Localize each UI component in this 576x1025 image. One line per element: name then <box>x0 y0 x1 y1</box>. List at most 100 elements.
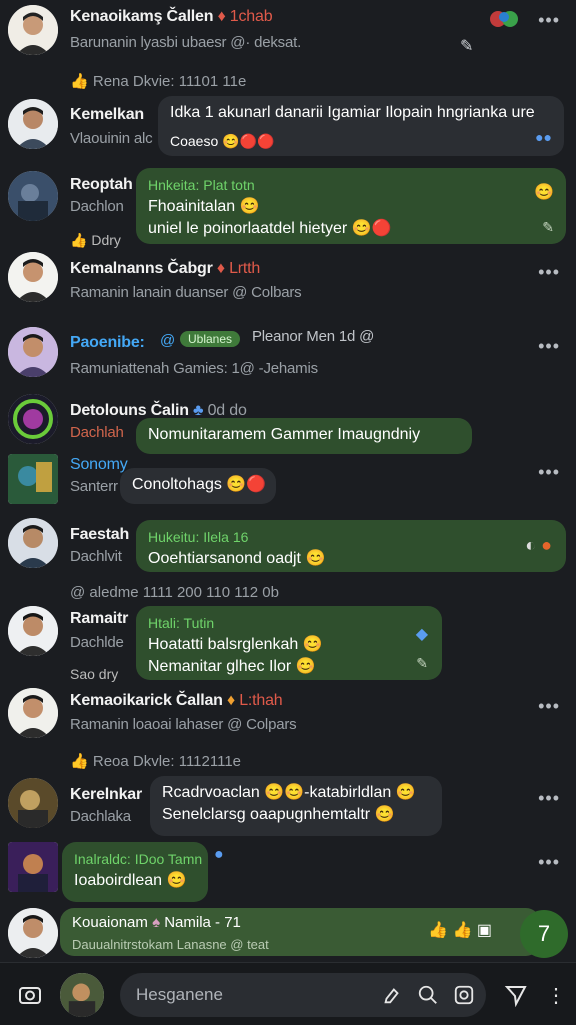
reaction-icon: 😊 <box>534 184 554 201</box>
chat-row[interactable]: Detolouns Čalin ♣ 0d do Dachlah Nomunita… <box>0 392 576 454</box>
chat-row[interactable]: Faestah Dachlvit Hukeitu: Ilela 16 Ooeht… <box>0 516 576 580</box>
avatar <box>8 606 58 656</box>
new-chat-button[interactable]: 7 <box>520 910 568 958</box>
chat-name: Faestah <box>70 526 130 543</box>
avatar <box>8 5 58 55</box>
message-text: Conoltohags <box>132 476 222 493</box>
avatar <box>8 327 58 377</box>
chat-row[interactable]: Kouaionam ♠ Namila - 71 Dauualnitrstokam… <box>0 906 576 962</box>
chat-row[interactable]: Kemaoikarick Čallan ♦ L:thah Ramanin loa… <box>0 684 576 746</box>
avatar <box>8 171 58 221</box>
more-icon[interactable]: ••• <box>538 336 560 357</box>
like-icon[interactable]: 👍 👍 ▣ <box>428 920 492 942</box>
search-icon[interactable] <box>414 981 442 1009</box>
chat-preview: Ramanin lanain duanser @ Colbars <box>70 284 302 301</box>
sticker-icon[interactable] <box>450 981 478 1009</box>
more-vertical-icon[interactable]: ⋮ <box>542 981 570 1009</box>
message-text: Idka 1 akunarl danarii Igamiar Ilopain h… <box>170 104 535 121</box>
date-separator: @ aledme 1111 200 110 112 0b <box>70 584 279 601</box>
chat-preview: Dachlde <box>70 634 124 651</box>
reaction: Sao dry <box>70 666 119 682</box>
avatar <box>8 454 58 504</box>
chat-name: Kemalnanns Čabgr ♦ Lrtth <box>70 260 261 277</box>
avatar[interactable] <box>60 973 104 1017</box>
reaction-icon: ◐ ● <box>525 535 552 555</box>
chat-row[interactable]: Reoptah Dachlon 👍 Ddry Hnkeita: Plat tot… <box>0 166 576 248</box>
message-bubble[interactable]: Nomunitaramem Gammer Imaugndniy <box>136 418 472 454</box>
message-text: Hoatatti balsrglenkah <box>148 636 299 653</box>
chat-row[interactable]: Inalraldc: IDoo Tamn Ioaboirdlean 😊 ● ••… <box>0 842 576 904</box>
message-text: Fhoainitalan <box>148 198 236 215</box>
group-icon <box>488 8 522 30</box>
message-input[interactable]: Hesganene <box>120 973 486 1017</box>
chat-name: Sonomy <box>70 456 128 473</box>
chat-meta: Pleanor Men 1d @ <box>252 328 375 345</box>
chat-name: Kemaoikarick Čallan ♦ L:thah <box>70 692 283 709</box>
chat-preview: Ramanin loaoai lahaser @ Colpars <box>70 716 297 733</box>
more-icon[interactable]: ••• <box>538 10 560 31</box>
avatar <box>8 908 58 958</box>
message-bubble[interactable]: Hukeitu: Ilela 16 Ooehtiarsanond oadjt 😊… <box>136 520 566 572</box>
edit-icon[interactable]: ✎ <box>416 652 428 674</box>
avatar <box>8 252 58 302</box>
chat-name: Reoptah <box>70 176 133 193</box>
chat-row[interactable]: Kemelkan Vlaouinin alc Idka 1 akunarl da… <box>0 94 576 162</box>
chat-row[interactable]: Ramaitr Dachlde Sao dry Htali: Tutin Hoa… <box>0 604 576 688</box>
chat-preview: Barunanin lyasbi ubaesr @· deksat. <box>70 34 302 51</box>
read-icon: ●● <box>535 129 552 145</box>
message-bubble[interactable]: Rcadrvoaclan 😊😊-katabirldlan 😊 Senelclar… <box>150 776 442 836</box>
more-icon[interactable]: ••• <box>538 696 560 717</box>
message-bubble[interactable]: Inalraldc: IDoo Tamn Ioaboirdlean 😊 <box>62 842 208 902</box>
reaction-icon: ◆ <box>415 626 428 643</box>
chat-name: Kouaionam <box>72 914 148 931</box>
message-text: uniel le poinorlaatdel hietyer <box>148 220 348 237</box>
avatar <box>8 394 58 444</box>
chat-row[interactable]: Kenaoikamş Čallen ♦ 1chab Barunanin lyas… <box>0 0 576 62</box>
message-text: Ioaboirdlean <box>74 872 163 889</box>
chat-row[interactable]: Sonomy Santerr Conoltohags 😊🔴 ••• <box>0 452 576 508</box>
status-badge: Ublanes <box>180 331 241 347</box>
camera-icon[interactable] <box>16 981 44 1009</box>
more-icon[interactable]: ••• <box>538 462 560 483</box>
message-bubble[interactable]: Conoltohags 😊🔴 <box>120 468 276 504</box>
chat-name: Paoenibe: <box>70 334 145 351</box>
reaction-header: 👍 Reoa Dkvle: 1112111e <box>70 753 242 770</box>
chat-row[interactable]: Kemalnanns Čabgr ♦ Lrtth Ramanin lanain … <box>0 250 576 312</box>
chat-list: Kenaoikamş Čallen ♦ 1chab Barunanin lyas… <box>0 0 576 962</box>
more-icon[interactable]: ••• <box>538 788 560 809</box>
avatar <box>8 99 58 149</box>
avatar <box>8 778 58 828</box>
chat-row[interactable]: Paoenibe: @ Ublanes Pleanor Men 1d @ Ram… <box>0 322 576 384</box>
more-icon[interactable]: ••• <box>538 262 560 283</box>
chat-preview: Dachlvit <box>70 548 122 565</box>
reaction-header: 👍 Rena Dkvie: 11101 11e <box>70 73 247 90</box>
chat-row[interactable]: Kerelnkar Dachlaka Rcadrvoaclan 😊😊-katab… <box>0 776 576 838</box>
edit-icon[interactable]: ✎ <box>460 36 473 56</box>
attach-icon[interactable] <box>378 981 406 1009</box>
chat-name: Ramaitr <box>70 610 129 627</box>
chat-name: Kemelkan <box>70 106 144 123</box>
message-bubble[interactable]: Idka 1 akunarl danarii Igamiar Ilopain h… <box>158 96 564 156</box>
chat-preview: Ramuniattenah Gamies: 1@ -Jehamis <box>70 360 318 377</box>
at-icon: @ <box>160 332 176 349</box>
chat-preview: Dachlaka <box>70 808 131 825</box>
more-icon[interactable]: ••• <box>538 852 560 873</box>
reaction: 👍 Ddry <box>70 232 121 248</box>
chat-preview: Dachlah <box>70 424 124 441</box>
chat-preview: Dachlon <box>70 198 124 215</box>
message-sender: Hukeitu: Ilela 16 <box>148 529 249 545</box>
avatar <box>8 842 58 892</box>
message-sender: Htali: Tutin <box>148 615 215 631</box>
send-icon[interactable] <box>502 981 530 1009</box>
message-bubble[interactable]: Kouaionam ♠ Namila - 71 Dauualnitrstokam… <box>60 908 540 956</box>
edit-icon[interactable]: ✎ <box>542 216 554 238</box>
message-text: Ooehtiarsanond oadjt <box>148 550 301 567</box>
chat-name: Kerelnkar <box>70 786 143 803</box>
message-text: Nemanitar glhec Ilor <box>148 658 292 675</box>
message-bubble[interactable]: Htali: Tutin Hoatatti balsrglenkah 😊 Nem… <box>136 606 442 680</box>
message-sender: Hnkeita: Plat totn <box>148 177 255 193</box>
message-bubble[interactable]: Hnkeita: Plat totn Fhoainitalan 😊 uniel … <box>136 168 566 244</box>
chat-name: Kenaoikamş Čallen ♦ 1chab <box>70 8 273 25</box>
message-text: Coaeso <box>170 133 219 149</box>
reaction-icon: ● <box>214 846 224 863</box>
